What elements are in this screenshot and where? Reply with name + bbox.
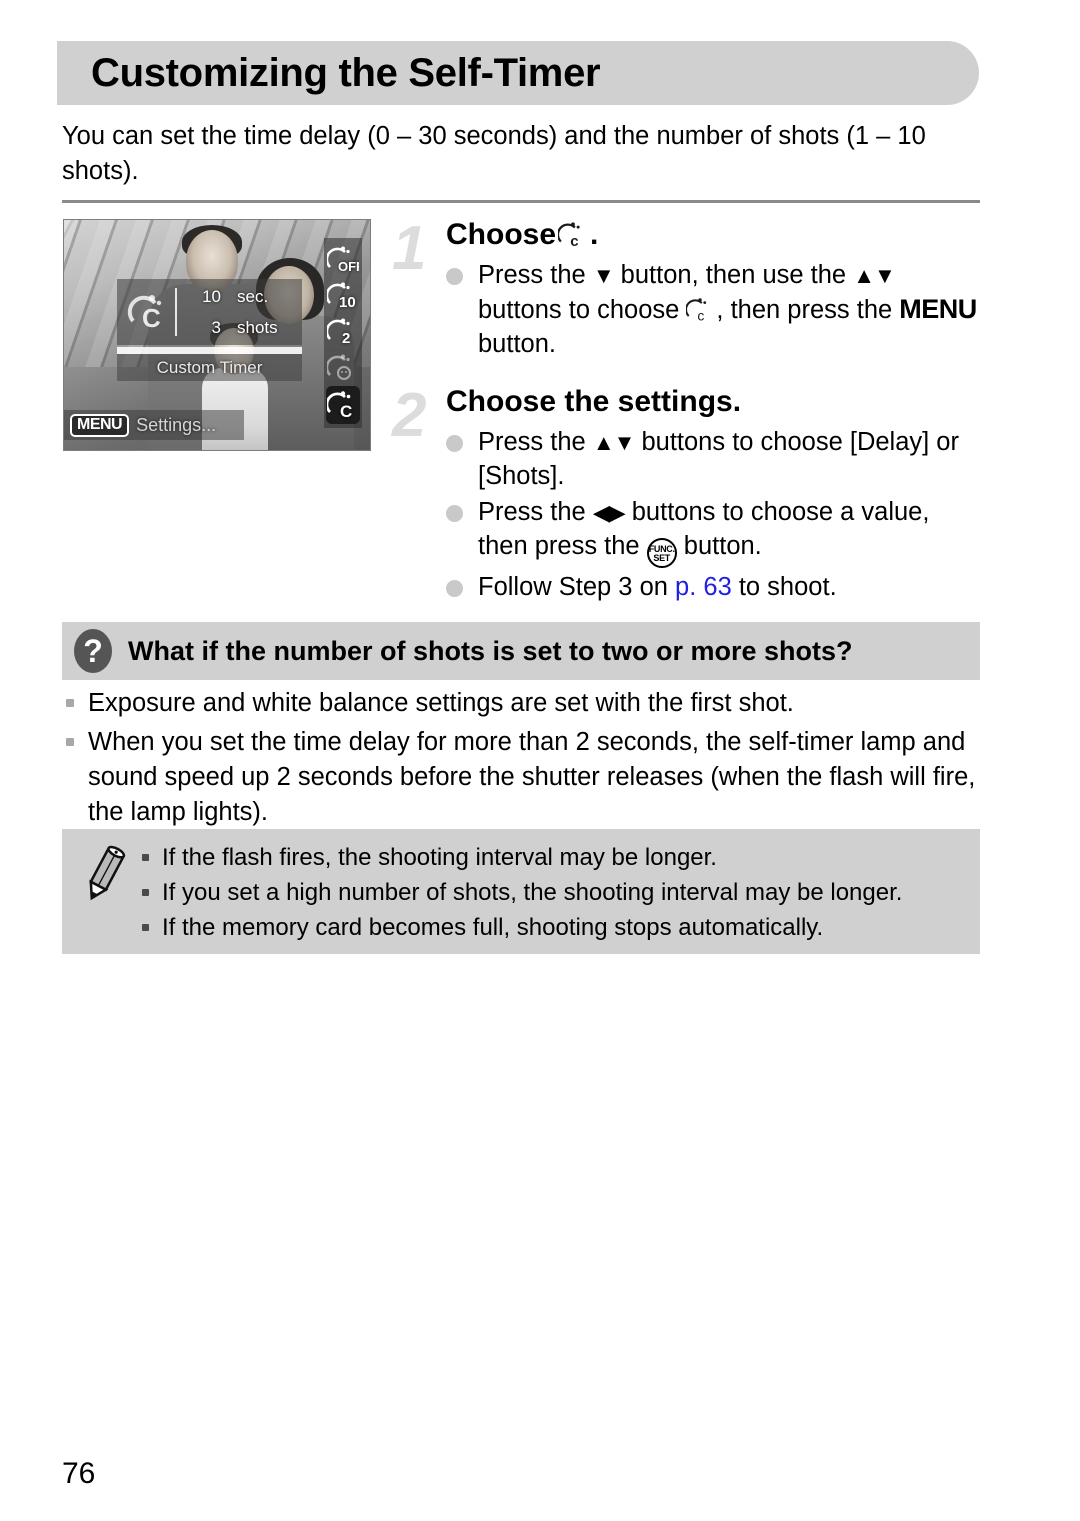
self-timer-off-icon: OFF (326, 242, 360, 278)
lcd-shots-value: 3 (211, 318, 221, 337)
svg-text:C: C (142, 303, 161, 333)
question-block-body: Exposure and white balance settings are … (62, 686, 982, 834)
svg-text:c: c (570, 233, 578, 249)
lcd-menu-chip: MENU (70, 413, 130, 437)
square-bullet-icon (142, 889, 149, 896)
step-1-bullet-1-d: , then press the (716, 296, 900, 324)
step-2-heading-text: Choose the settings. (446, 385, 742, 418)
note-item-text: If you set a high number of shots, the s… (162, 879, 903, 906)
self-timer-custom-icon: c (556, 221, 588, 250)
up-down-arrow-icon: ▲▼ (592, 430, 636, 455)
step-1-heading: Choose c . (392, 216, 982, 254)
step-2: 2 Choose the settings. Press the ▲▼ butt… (392, 383, 982, 604)
lcd-values: 10 sec. 3 shots (177, 281, 302, 343)
lcd-mode-caption: Custom Timer (117, 354, 302, 381)
step-2-bullet-2: Press the ◀▶ buttons to choose a value, … (446, 495, 982, 568)
lcd-overlay-separator (117, 347, 302, 354)
step-2-body: Press the ▲▼ buttons to choose [Delay] o… (392, 425, 982, 604)
note-item-text: If the flash fires, the shooting interva… (162, 844, 717, 871)
left-right-arrow-icon: ◀▶ (592, 500, 626, 525)
question-item: When you set the time delay for more tha… (62, 725, 982, 830)
square-bullet-icon (142, 854, 149, 861)
step-2-bullet-3: Follow Step 3 on p. 63 to shoot. (446, 570, 982, 604)
step-1-heading-suffix: . (590, 218, 599, 251)
section-divider (62, 200, 980, 203)
step-2-number: 2 (392, 381, 427, 450)
step-1-heading-text: Choose (446, 218, 557, 251)
self-timer-custom-icon: C (326, 386, 360, 424)
step-1-bullet-1-b: button, then use the (613, 261, 854, 289)
note-item: If you set a high number of shots, the s… (140, 876, 970, 910)
step-1-bullet-1: Press the ▼ button, then use the ▲▼ butt… (446, 258, 982, 361)
instruction-steps: 1 Choose c . Press the ▼ button, then us… (392, 216, 982, 614)
square-bullet-icon (66, 738, 74, 746)
step-1-body: Press the ▼ button, then use the ▲▼ butt… (392, 258, 982, 361)
page-title-bar: Customizing the Self-Timer (57, 41, 979, 105)
question-item-text: Exposure and white balance settings are … (88, 689, 794, 717)
lcd-delay-unit: sec. (237, 287, 269, 306)
step-2-bullet-3-b: to shoot. (731, 573, 837, 601)
self-timer-2sec-icon: 2 (326, 314, 360, 350)
down-arrow-icon: ▼ (592, 263, 615, 288)
lcd-settings-overlay: C 10 sec. 3 shots (117, 279, 302, 345)
page-number: 76 (62, 1457, 96, 1490)
svg-text:2: 2 (342, 330, 350, 347)
lcd-menu-label: Settings... (136, 414, 217, 435)
note-block: If the flash fires, the shooting interva… (62, 829, 980, 954)
step-2-bullet-2-a: Press the (478, 498, 593, 526)
lcd-custom-timer-icon: C (117, 291, 175, 333)
note-items: If the flash fires, the shooting interva… (140, 841, 970, 946)
step-2-bullet-1-a: Press the (478, 428, 593, 456)
question-item: Exposure and white balance settings are … (62, 686, 982, 721)
question-block-header: ? What if the number of shots is set to … (62, 622, 980, 680)
bullet-dot-icon (446, 580, 463, 597)
up-down-arrow-icon: ▲▼ (853, 263, 896, 288)
step-1-bullet-1-c: buttons to choose (478, 296, 687, 324)
question-item-text: When you set the time delay for more tha… (88, 728, 976, 826)
question-block-title: What if the number of shots is set to tw… (128, 635, 853, 666)
bullet-dot-icon (446, 505, 463, 522)
square-bullet-icon (66, 699, 74, 707)
svg-text:c: c (698, 307, 705, 323)
question-mark-icon: ? (74, 629, 112, 673)
self-timer-custom-icon: c (685, 297, 716, 325)
menu-button-label: MENU (899, 294, 977, 324)
step-2-heading: Choose the settings. (392, 383, 982, 421)
camera-lcd-screenshot: C 10 sec. 3 shots Custom Timer OF 10 2 C… (63, 219, 371, 451)
step-1-bullet-1-e: button. (478, 330, 556, 358)
step-2-bullet-2-c: button. (676, 532, 762, 560)
func-set-button-icon: FUNC. SET (646, 538, 677, 568)
lcd-shots-row: 3 shots (187, 312, 302, 343)
step-1-bullet-1-a: Press the (478, 261, 593, 289)
note-item: If the flash fires, the shooting interva… (140, 841, 970, 875)
pencil-icon (80, 843, 128, 905)
note-item: If the memory card becomes full, shootin… (140, 911, 970, 945)
lcd-delay-value: 10 (202, 287, 221, 306)
step-1: 1 Choose c . Press the ▼ button, then us… (392, 216, 982, 361)
manual-page: Customizing the Self-Timer You can set t… (0, 0, 1080, 1521)
self-timer-face-icon (326, 350, 360, 386)
svg-text:OFF: OFF (338, 259, 359, 274)
intro-paragraph: You can set the time delay (0 – 30 secon… (62, 122, 926, 185)
lcd-delay-row: 10 sec. (187, 281, 302, 312)
lcd-shots-unit: shots (237, 318, 278, 337)
page-title: Customizing the Self-Timer (91, 50, 601, 95)
square-bullet-icon (142, 924, 149, 931)
note-item-text: If the memory card becomes full, shootin… (162, 914, 824, 941)
page-reference-link[interactable]: p. 63 (675, 573, 732, 601)
bullet-dot-icon (446, 435, 463, 452)
self-timer-10sec-icon: 10 (326, 278, 360, 314)
step-1-number: 1 (392, 214, 427, 283)
svg-text:C: C (340, 402, 352, 420)
step-2-bullet-1: Press the ▲▼ buttons to choose [Delay] o… (446, 425, 982, 493)
lcd-self-timer-option-strip: OFF 10 2 (324, 238, 362, 428)
step-2-bullet-3-a: Follow Step 3 on (478, 573, 676, 601)
lcd-menu-settings-bar[interactable]: MENU Settings... (64, 410, 244, 440)
bullet-dot-icon (446, 268, 463, 285)
svg-text:10: 10 (339, 294, 356, 311)
